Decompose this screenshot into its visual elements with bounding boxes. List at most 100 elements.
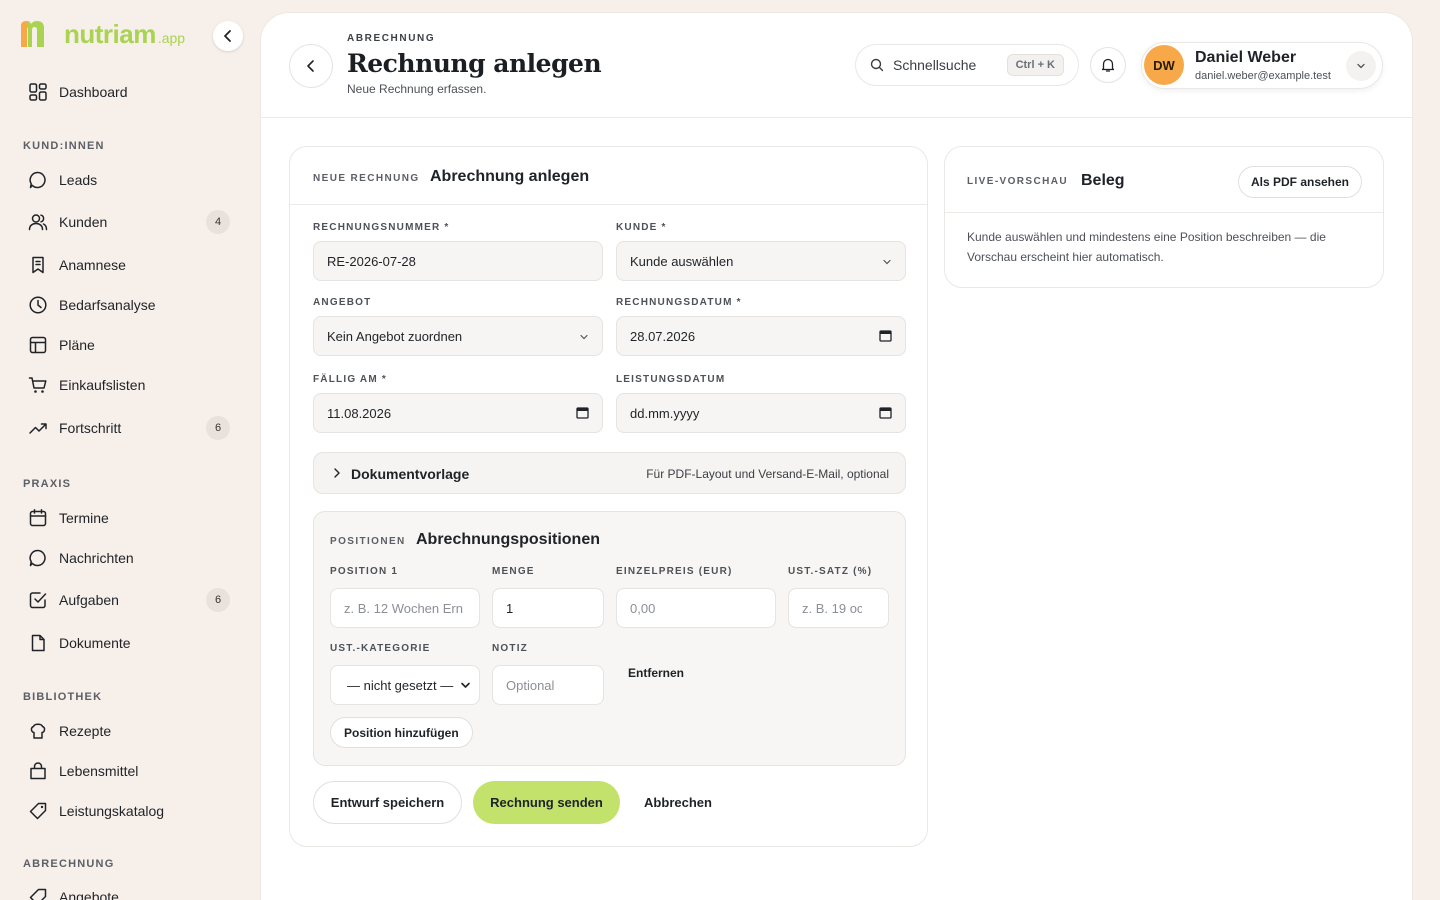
- vat-category-select[interactable]: — nicht gesetzt —: [330, 665, 480, 705]
- calendar-icon[interactable]: [879, 329, 892, 342]
- chevron-down-icon: [1357, 63, 1365, 69]
- sidebar-item-einkaufslisten[interactable]: Einkaufslisten: [22, 368, 238, 402]
- cancel-button[interactable]: Abbrechen: [633, 781, 723, 824]
- sidebar-collapse-button[interactable]: [213, 21, 243, 51]
- sidebar-item-label: Bedarfsanalyse: [59, 297, 156, 313]
- notifications-button[interactable]: [1090, 47, 1126, 83]
- sidebar-item-label: Kunden: [59, 214, 108, 230]
- customer-value: Kunde auswählen: [630, 253, 734, 269]
- chevron-down-icon: [461, 682, 470, 688]
- service-date-value: dd.mm.yyyy: [630, 405, 700, 421]
- positions-eyebrow: POSITIONEN: [330, 536, 406, 547]
- offer-select[interactable]: Kein Angebot zuordnen: [313, 316, 603, 356]
- sidebar-item-plaene[interactable]: Pläne: [22, 328, 238, 362]
- checkbox-icon: [29, 592, 47, 609]
- dashboard-icon: [29, 83, 47, 101]
- sidebar-item-label: Aufgaben: [59, 592, 119, 608]
- chef-hat-icon: [30, 723, 46, 739]
- page-subtitle: Neue Rechnung erfassen.: [347, 82, 487, 96]
- sidebar-item-aufgaben[interactable]: Aufgaben 6: [22, 583, 238, 617]
- user-menu-toggle[interactable]: [1346, 51, 1376, 81]
- sidebar-item-label: Angebote: [59, 889, 119, 900]
- preview-eyebrow: LIVE-VORSCHAU: [967, 176, 1068, 187]
- sidebar-item-dokumente[interactable]: Dokumente: [22, 626, 238, 660]
- section-praxis: PRAXIS: [23, 478, 72, 490]
- send-invoice-button[interactable]: Rechnung senden: [473, 781, 620, 824]
- avatar: DW: [1144, 45, 1184, 85]
- offer-value: Kein Angebot zuordnen: [327, 328, 463, 344]
- chevron-down-icon: [580, 334, 588, 340]
- sidebar-item-kunden[interactable]: Kunden 4: [22, 205, 238, 239]
- customer-select[interactable]: Kunde auswählen: [616, 241, 906, 281]
- section-kundinnen: KUND:INNEN: [23, 140, 105, 152]
- document-template-toggle[interactable]: Dokumentvorlage Für PDF-Layout und Versa…: [313, 452, 906, 494]
- positions-section: POSITIONEN Abrechnungspositionen POSITIO…: [313, 511, 906, 766]
- position-label: POSITION 1: [330, 566, 399, 577]
- sidebar-item-termine[interactable]: Termine: [22, 501, 238, 535]
- remove-position-button[interactable]: Entfernen: [628, 666, 684, 680]
- sidebar-item-label: Anamnese: [59, 257, 126, 273]
- sidebar-item-rezepte[interactable]: Rezepte: [22, 714, 238, 748]
- quantity-value: 1: [506, 600, 514, 616]
- due-date-label: FÄLLIG AM *: [313, 374, 387, 385]
- service-date-input[interactable]: dd.mm.yyyy: [616, 393, 906, 433]
- calendar-icon[interactable]: [879, 406, 892, 419]
- sidebar-item-lebensmittel[interactable]: Lebensmittel: [22, 754, 238, 788]
- note-placeholder: Optional: [506, 677, 555, 693]
- keyboard-shortcut: Ctrl + K: [1006, 54, 1064, 76]
- tag-icon: [29, 802, 47, 820]
- invoice-number-label: RECHNUNGSNUMMER *: [313, 222, 450, 233]
- sidebar-item-nachrichten[interactable]: Nachrichten: [22, 541, 238, 575]
- brand-logo[interactable]: nutriam .app: [18, 20, 185, 48]
- count-badge: 4: [206, 210, 230, 234]
- sidebar-item-label: Lebensmittel: [59, 763, 139, 779]
- user-email: daniel.weber@example.test: [1195, 70, 1331, 82]
- preview-header: LIVE-VORSCHAU Beleg Als PDF ansehen: [945, 147, 1383, 213]
- position-description-input[interactable]: z. B. 12 Wochen Ern: [330, 588, 480, 628]
- sidebar-item-angebote[interactable]: Angebote: [22, 880, 238, 900]
- vat-category-value: — nicht gesetzt —: [347, 677, 454, 693]
- due-date-value: 11.08.2026: [327, 405, 392, 421]
- count-badge: 6: [206, 416, 230, 440]
- sidebar-item-label: Dokumente: [59, 635, 131, 651]
- sidebar-item-leistungskatalog[interactable]: Leistungskatalog: [22, 794, 238, 828]
- note-input[interactable]: Optional: [492, 665, 604, 705]
- sidebar-item-bedarfsanalyse[interactable]: Bedarfsanalyse: [22, 288, 238, 322]
- sidebar-item-anamnese[interactable]: Anamnese: [22, 248, 238, 282]
- sidebar-item-dashboard[interactable]: Dashboard: [22, 75, 238, 109]
- preview-title: Beleg: [1081, 172, 1125, 189]
- chevron-left-icon: [307, 60, 314, 72]
- section-bibliothek: BIBLIOTHEK: [23, 691, 103, 703]
- calendar-icon[interactable]: [576, 406, 589, 419]
- service-date-label: LEISTUNGSDATUM: [616, 374, 726, 385]
- sidebar-item-fortschritt[interactable]: Fortschritt 6: [22, 411, 238, 445]
- back-button[interactable]: [289, 44, 333, 88]
- sidebar-item-label: Leads: [59, 172, 98, 188]
- position-description-placeholder: z. B. 12 Wochen Ern: [344, 600, 463, 616]
- users-icon: [28, 214, 48, 231]
- vat-rate-input[interactable]: z. B. 19 oc: [788, 588, 889, 628]
- quick-search[interactable]: Schnellsuche Ctrl + K: [855, 44, 1079, 86]
- sidebar-item-label: Dashboard: [59, 84, 128, 100]
- nutriam-logo-icon: [21, 21, 44, 47]
- user-menu[interactable]: DW Daniel Weber daniel.weber@example.tes…: [1141, 42, 1383, 89]
- note-label: NOTIZ: [492, 643, 528, 654]
- quantity-input[interactable]: 1: [492, 588, 604, 628]
- view-pdf-button[interactable]: Als PDF ansehen: [1238, 166, 1362, 198]
- unit-price-input[interactable]: 0,00: [616, 588, 776, 628]
- customer-label: KUNDE *: [616, 222, 667, 233]
- invoice-date-label: RECHNUNGSDATUM *: [616, 297, 742, 308]
- save-draft-button[interactable]: Entwurf speichern: [313, 781, 462, 824]
- preview-empty-text: Kunde auswählen und mindestens eine Posi…: [967, 230, 1326, 264]
- section-abrechnung: ABRECHNUNG: [23, 858, 115, 870]
- unit-price-label: EINZELPREIS (EUR): [616, 566, 733, 577]
- add-position-button[interactable]: Position hinzufügen: [330, 717, 473, 748]
- due-date-input[interactable]: 11.08.2026: [313, 393, 603, 433]
- clock-icon: [29, 296, 47, 314]
- invoice-date-input[interactable]: 28.07.2026: [616, 316, 906, 356]
- brand-suffix: .app: [157, 30, 186, 46]
- page-title: Rechnung anlegen: [347, 49, 602, 78]
- sidebar-item-leads[interactable]: Leads: [22, 163, 238, 197]
- sidebar-item-label: Rezepte: [59, 723, 112, 739]
- invoice-number-input[interactable]: RE-2026-07-28: [313, 241, 603, 281]
